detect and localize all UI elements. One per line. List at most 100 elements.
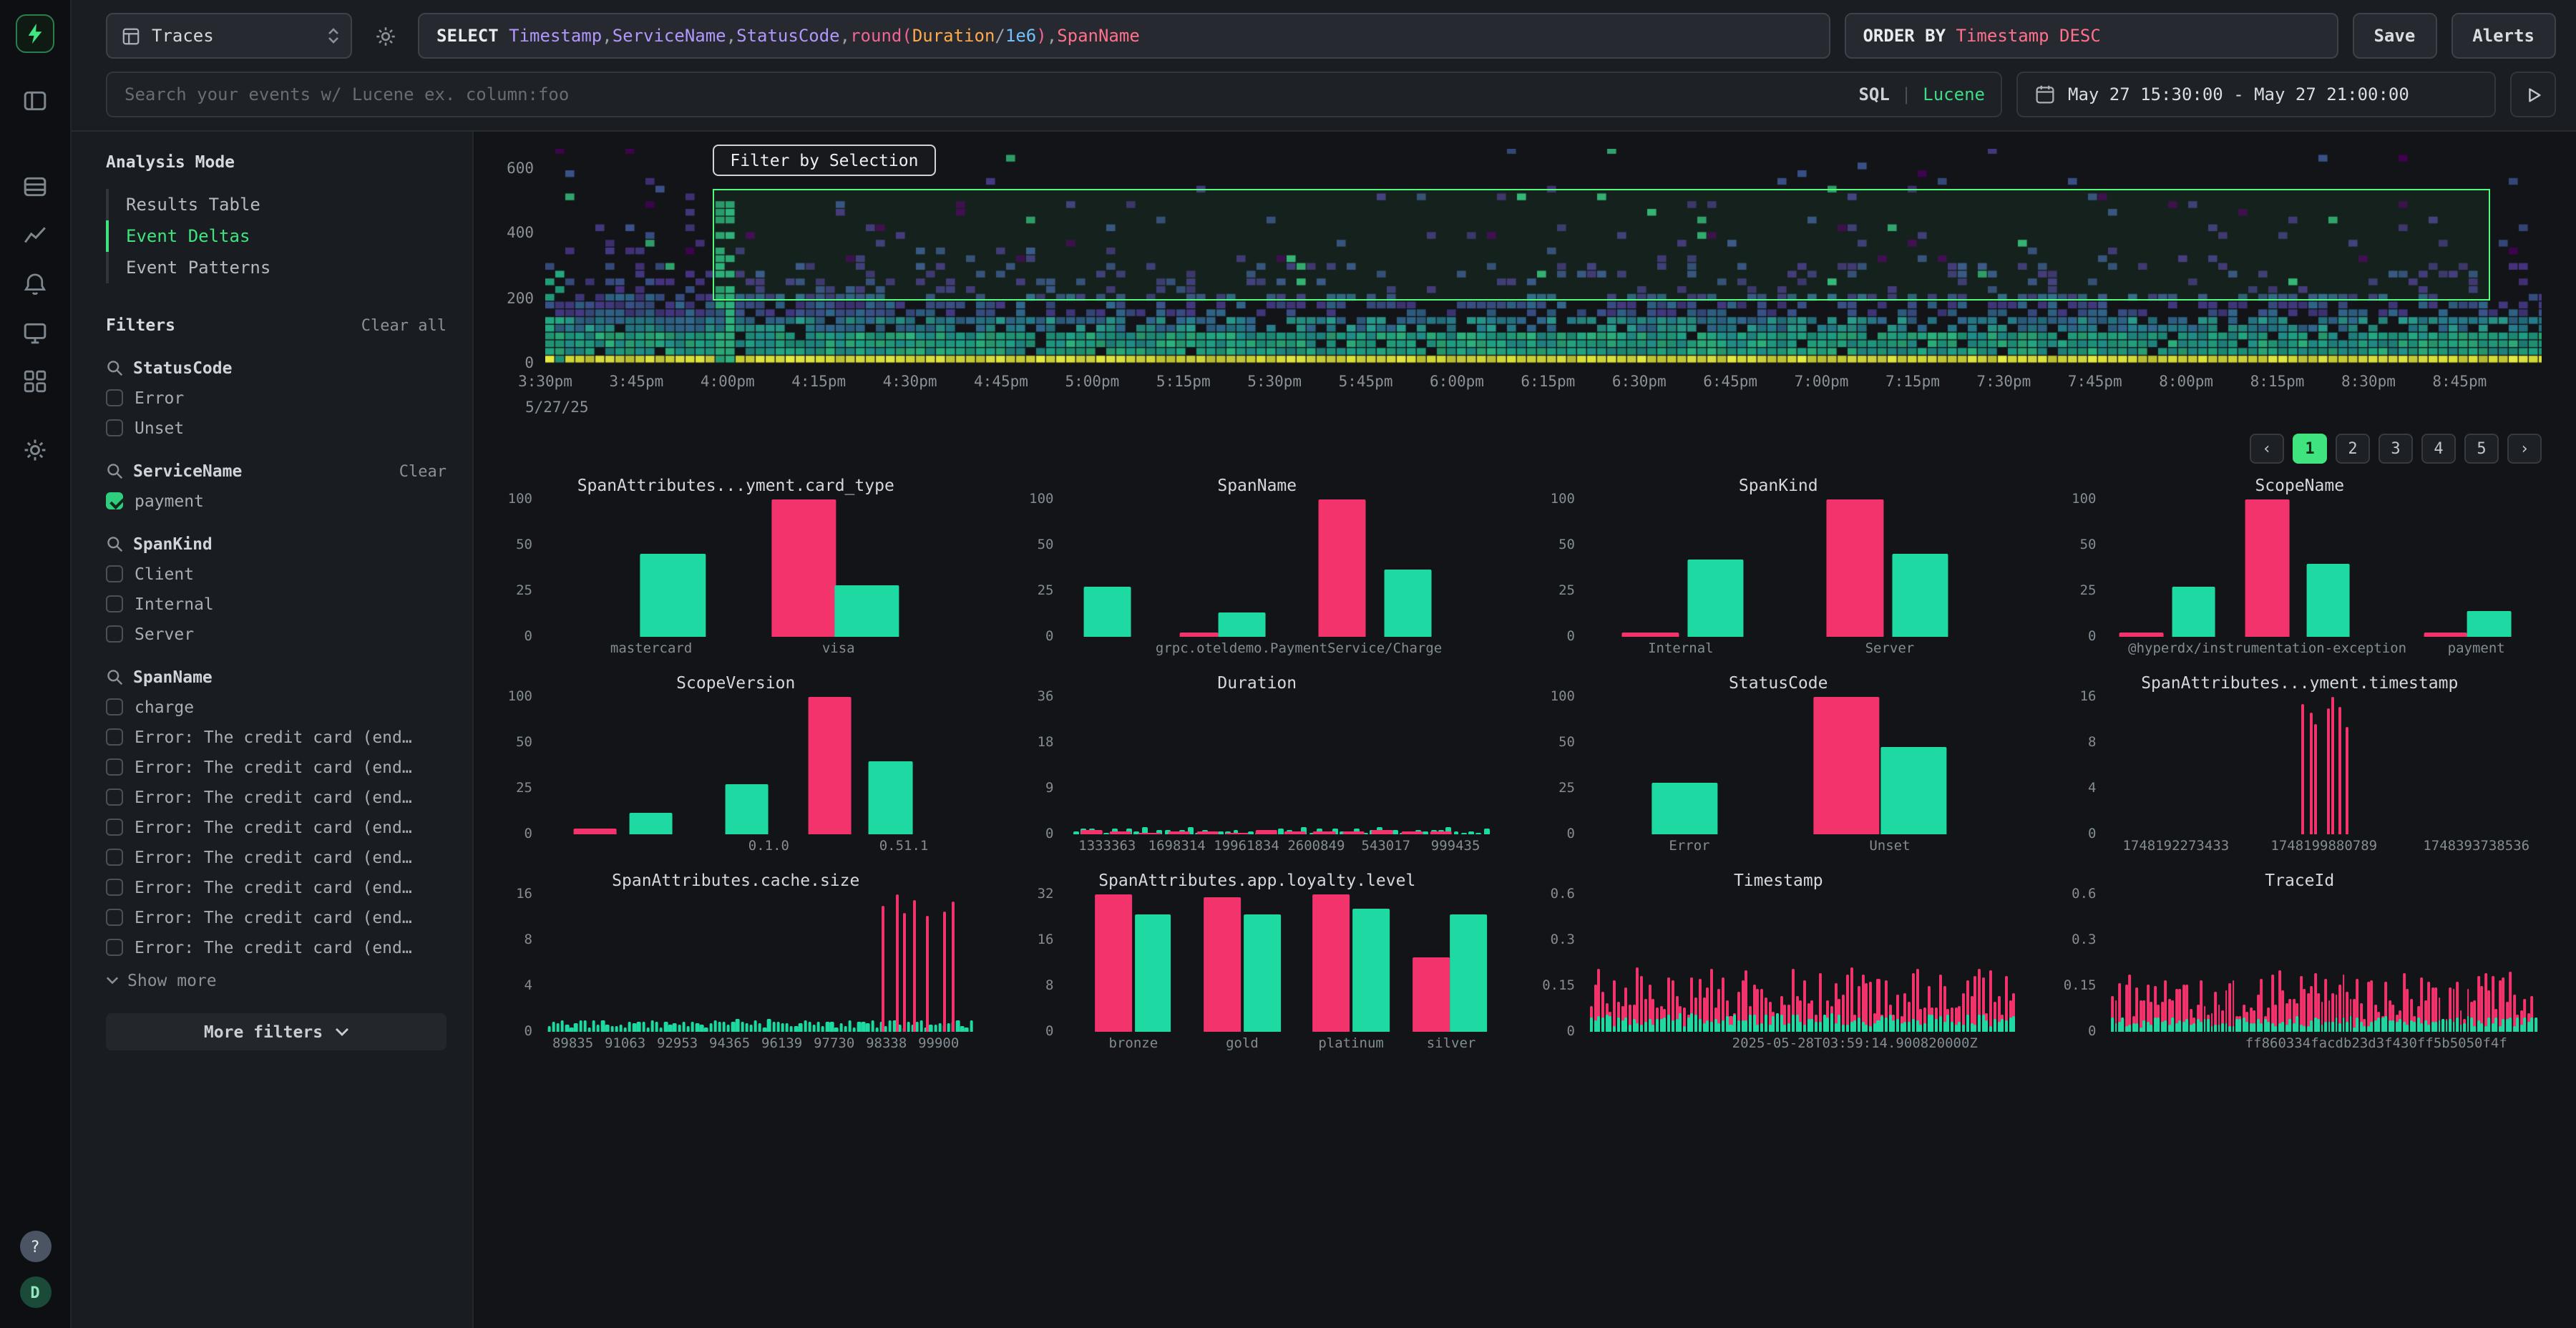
histogram-bar[interactable] <box>2114 1023 2117 1032</box>
spike-bar[interactable] <box>2301 705 2303 834</box>
histogram-bar[interactable] <box>970 1020 973 1032</box>
bar[interactable] <box>1083 587 1131 637</box>
histogram-bar[interactable] <box>2232 1025 2235 1032</box>
histogram-bar[interactable] <box>947 1023 951 1032</box>
histogram-bar[interactable] <box>2271 1024 2274 1032</box>
histogram-bar[interactable] <box>2165 1020 2167 1032</box>
histogram-bar[interactable] <box>2434 1022 2437 1032</box>
histogram-bar[interactable] <box>960 1026 964 1032</box>
histogram-bar[interactable] <box>561 1020 565 1032</box>
histogram-bar[interactable] <box>1636 1023 1639 1032</box>
histogram-bar[interactable] <box>2246 1021 2249 1032</box>
histogram-bar[interactable] <box>794 1027 798 1032</box>
histogram-bar[interactable] <box>2310 1020 2313 1032</box>
histogram-bar[interactable] <box>1888 1015 1891 1032</box>
bar[interactable] <box>2306 564 2350 637</box>
histogram-bar[interactable] <box>839 1022 843 1032</box>
spike-bar[interactable] <box>2309 713 2312 834</box>
histogram-bar[interactable] <box>1795 1015 1798 1032</box>
lucene-toggle[interactable]: Lucene <box>1923 84 1985 104</box>
histogram-bar[interactable] <box>633 1023 636 1032</box>
histogram-bar[interactable] <box>610 1026 614 1032</box>
histogram-bar[interactable] <box>1640 1025 1643 1032</box>
checkbox[interactable] <box>106 565 123 582</box>
checkbox[interactable] <box>106 758 123 776</box>
histogram-bar[interactable] <box>709 1022 713 1032</box>
histogram-bar[interactable] <box>2378 1018 2381 1032</box>
chart-plot[interactable] <box>542 499 978 637</box>
histogram-bar[interactable] <box>2367 982 2370 1032</box>
histogram-bar[interactable] <box>2207 1018 2210 1032</box>
histogram-bar[interactable] <box>2154 1017 2157 1032</box>
histogram-bar[interactable] <box>2484 974 2487 1032</box>
histogram-bar[interactable] <box>934 1024 937 1032</box>
bar[interactable] <box>630 812 673 834</box>
filter-item[interactable]: Error: The credit card (end… <box>106 817 447 837</box>
histogram-bar[interactable] <box>1861 1022 1864 1032</box>
histogram-bar[interactable] <box>763 1027 766 1032</box>
histogram-bar[interactable] <box>565 1025 569 1032</box>
histogram-bar[interactable] <box>956 1020 960 1032</box>
histogram-bar[interactable] <box>1893 1021 1896 1032</box>
histogram-bar[interactable] <box>2228 1027 2231 1032</box>
histogram-bar[interactable] <box>1954 1025 1957 1032</box>
bar[interactable] <box>1687 560 1744 638</box>
histogram-bar[interactable] <box>1714 1018 1717 1032</box>
histogram-bar[interactable] <box>2257 1018 2260 1032</box>
histogram-bar[interactable] <box>1706 1020 1709 1032</box>
filter-item[interactable]: Error: The credit card (end… <box>106 877 447 897</box>
chart-plot[interactable] <box>1064 697 1500 834</box>
checkbox[interactable] <box>106 389 123 406</box>
filter-item[interactable]: payment <box>106 491 447 511</box>
histogram-bar[interactable] <box>2441 1019 2444 1032</box>
histogram-bar[interactable] <box>1749 1015 1752 1032</box>
histogram-bar[interactable] <box>2438 1020 2441 1032</box>
filter-clear-button[interactable]: Clear <box>399 462 447 480</box>
histogram-bar[interactable] <box>619 1025 623 1032</box>
histogram-bar[interactable] <box>2225 1023 2228 1032</box>
bar[interactable] <box>1450 914 1488 1032</box>
histogram-bar[interactable] <box>2243 1017 2245 1032</box>
histogram-bar[interactable] <box>1896 1018 1899 1032</box>
histogram-bar[interactable] <box>1850 1021 1853 1032</box>
bar[interactable] <box>1652 783 1717 834</box>
histogram-bar[interactable] <box>2182 1022 2185 1032</box>
histogram-bar[interactable] <box>628 1021 632 1032</box>
alerts-button[interactable]: Alerts <box>2451 13 2556 59</box>
histogram-bar[interactable] <box>754 1021 758 1032</box>
histogram-bar[interactable] <box>1765 1015 1767 1032</box>
histogram-bar[interactable] <box>1939 1016 1942 1032</box>
histogram-bar[interactable] <box>812 1025 816 1032</box>
chart-plot[interactable] <box>2107 894 2542 1032</box>
histogram-bar[interactable] <box>1737 1020 1740 1032</box>
histogram-bar[interactable] <box>889 1020 892 1032</box>
checkbox[interactable] <box>106 625 123 643</box>
histogram-bar[interactable] <box>2499 1026 2502 1032</box>
histogram-bar[interactable] <box>1842 1025 1845 1032</box>
histogram-bar[interactable] <box>2463 1023 2466 1032</box>
histogram-bar[interactable] <box>1484 829 1490 834</box>
page-prev-button[interactable]: ‹ <box>2250 434 2284 464</box>
histogram-bar[interactable] <box>2203 1020 2206 1032</box>
histogram-bar[interactable] <box>2278 1022 2281 1032</box>
histogram-bar[interactable] <box>2282 1022 2285 1032</box>
spike-bar[interactable] <box>2346 727 2348 834</box>
page-next-button[interactable]: › <box>2507 434 2542 464</box>
heatmap-plot[interactable]: Filter by Selection <box>545 149 2542 363</box>
filter-item[interactable]: Unset <box>106 418 447 438</box>
histogram-bar[interactable] <box>1279 829 1284 834</box>
histogram-bar[interactable] <box>2009 1017 2011 1032</box>
histogram-bar[interactable] <box>552 1021 555 1032</box>
spike-bar[interactable] <box>926 916 929 1032</box>
histogram-bar[interactable] <box>1768 1025 1771 1032</box>
histogram-bar[interactable] <box>2427 1025 2430 1032</box>
histogram-bar[interactable] <box>1943 1022 1946 1032</box>
histogram-bar[interactable] <box>1803 980 1806 1032</box>
histogram-bar[interactable] <box>1927 1014 1930 1032</box>
spike-bar[interactable] <box>912 900 915 1032</box>
histogram-bar[interactable] <box>2520 1025 2523 1032</box>
histogram-bar[interactable] <box>1931 1014 1934 1032</box>
histogram-bar[interactable] <box>2509 1018 2512 1032</box>
bar[interactable] <box>1134 914 1171 1032</box>
histogram-bar[interactable] <box>2389 1020 2391 1032</box>
